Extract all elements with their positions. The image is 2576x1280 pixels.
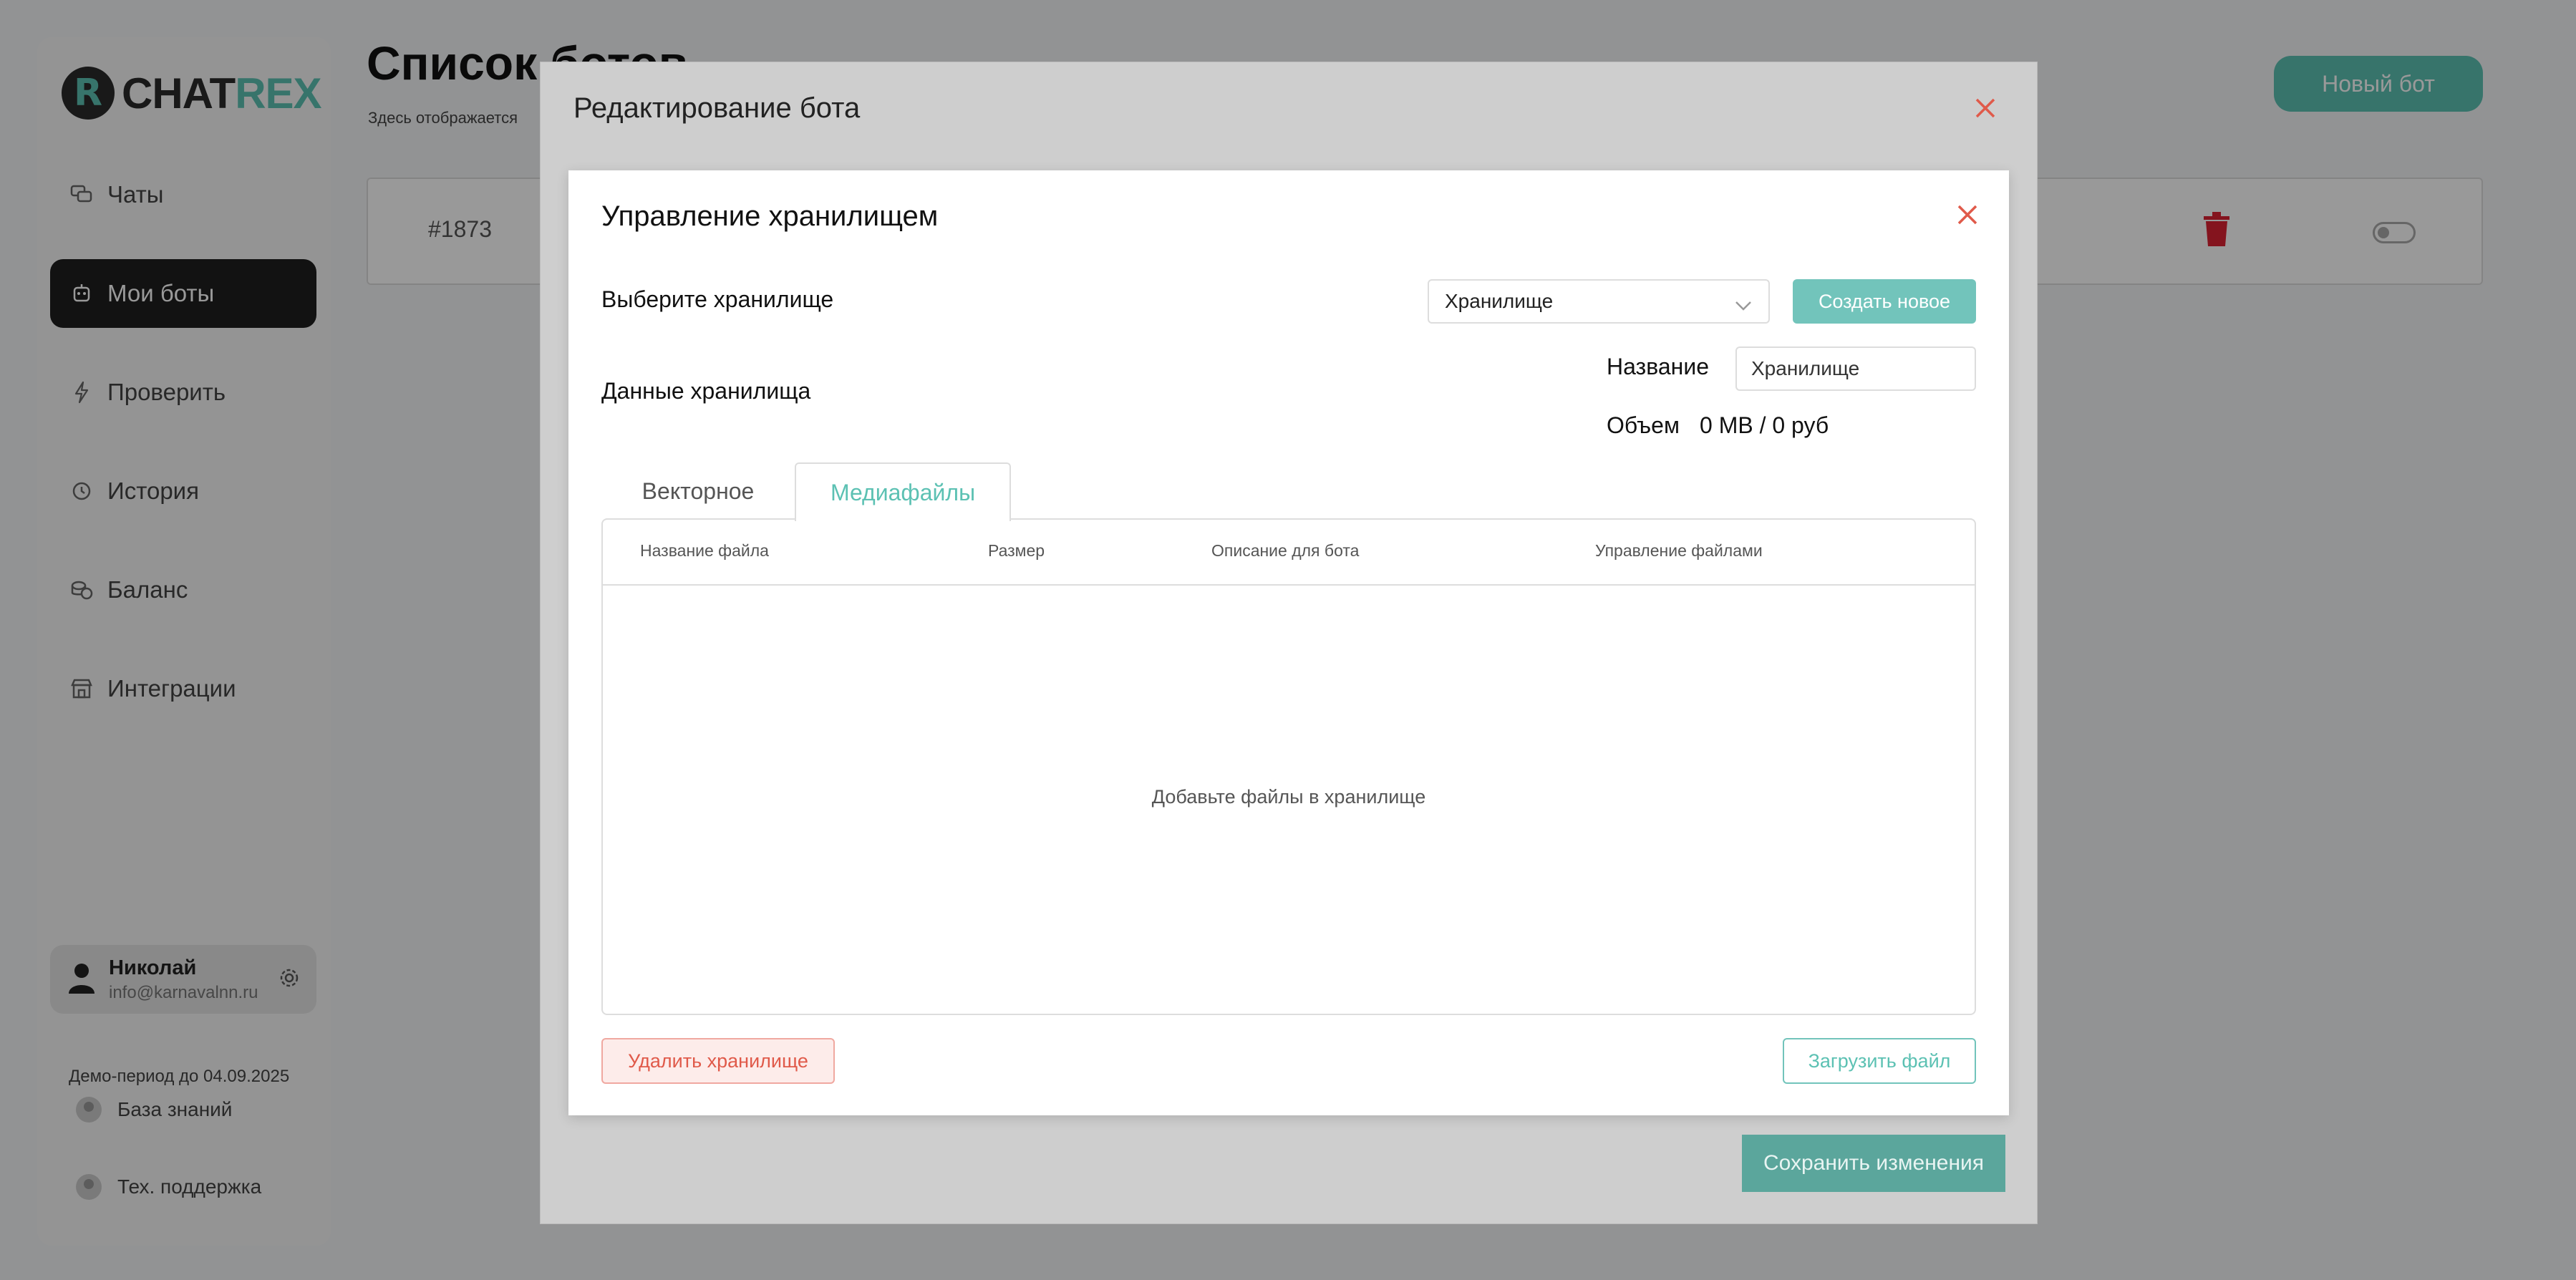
chevron-down-icon — [1734, 294, 1753, 316]
files-table: Название файла Размер Описание для бота … — [601, 518, 1976, 1015]
create-storage-button[interactable]: Создать новое — [1793, 279, 1976, 324]
close-icon[interactable] — [1971, 94, 2000, 122]
storage-modal-title: Управление хранилищем — [601, 200, 939, 232]
storage-select[interactable]: Хранилище — [1428, 279, 1770, 324]
select-storage-label: Выберите хранилище — [601, 286, 834, 312]
tab-media[interactable]: Медиафайлы — [795, 462, 1011, 521]
close-icon[interactable] — [1953, 200, 1982, 229]
column-header-size: Размер — [988, 541, 1045, 560]
column-header-filename: Название файла — [640, 541, 769, 560]
empty-state-text: Добавьте файлы в хранилище — [1151, 786, 1426, 808]
tab-vector[interactable]: Векторное — [601, 462, 795, 520]
storage-volume-value: 0 MB / 0 руб — [1700, 412, 1829, 438]
storage-modal: Управление хранилищем Выберите хранилище… — [568, 170, 2009, 1115]
edit-bot-modal-title: Редактирование бота — [573, 92, 861, 124]
column-header-description: Описание для бота — [1211, 541, 1360, 560]
storage-volume-label: Объем — [1607, 412, 1680, 438]
table-header-divider — [603, 584, 1975, 586]
storage-data-label: Данные хранилища — [601, 378, 811, 404]
storage-select-value: Хранилище — [1445, 290, 1554, 312]
upload-file-button[interactable]: Загрузить файл — [1783, 1038, 1976, 1084]
save-changes-button[interactable]: Сохранить изменения — [1742, 1135, 2005, 1192]
column-header-manage: Управление файлами — [1595, 541, 1763, 560]
storage-name-label: Название — [1607, 354, 1709, 379]
delete-storage-button[interactable]: Удалить хранилище — [601, 1038, 835, 1084]
storage-name-input[interactable] — [1735, 346, 1976, 391]
